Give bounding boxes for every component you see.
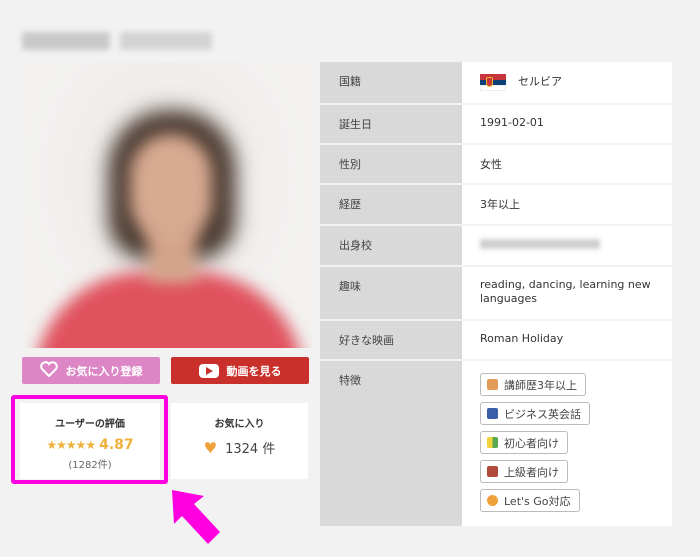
feature-tag[interactable]: 講師歴3年以上 bbox=[480, 373, 586, 396]
detail-row-nationality: 国籍 セルビア bbox=[320, 62, 672, 105]
box-icon bbox=[487, 379, 498, 390]
detail-row-experience: 経歴 3年以上 bbox=[320, 185, 672, 226]
feature-tag[interactable]: 上級者向け bbox=[480, 460, 568, 483]
detail-value: セルビア bbox=[518, 75, 562, 88]
watch-video-label: 動画を見る bbox=[226, 364, 282, 378]
feature-tag[interactable]: Let's Go対応 bbox=[480, 489, 580, 512]
detail-row-movie: 好きな映画 Roman Holiday bbox=[320, 321, 672, 361]
school-value-blurred bbox=[480, 239, 600, 249]
highlight-frame bbox=[11, 395, 168, 484]
detail-value: Roman Holiday bbox=[462, 321, 672, 359]
detail-label: 趣味 bbox=[320, 267, 462, 319]
detail-row-gender: 性別 女性 bbox=[320, 145, 672, 185]
heart-icon bbox=[39, 361, 58, 380]
detail-label: 特徴 bbox=[320, 361, 462, 526]
feature-tag[interactable]: ビジネス英会話 bbox=[480, 402, 590, 425]
beginner-mark-icon bbox=[487, 437, 498, 448]
detail-label: 好きな映画 bbox=[320, 321, 462, 359]
feature-tag[interactable]: 初心者向け bbox=[480, 431, 568, 454]
teacher-name-blurred bbox=[22, 28, 218, 54]
watch-video-button[interactable]: 動画を見る bbox=[171, 357, 309, 384]
detail-row-hobbies: 趣味 reading, dancing, learning new langua… bbox=[320, 267, 672, 321]
heart-icon: ♥ bbox=[203, 438, 218, 457]
serbia-flag-icon bbox=[480, 73, 506, 91]
graduation-cap-icon bbox=[487, 466, 498, 477]
building-icon bbox=[487, 408, 498, 419]
detail-label: 国籍 bbox=[320, 62, 462, 103]
detail-row-birthday: 誕生日 1991-02-01 bbox=[320, 105, 672, 145]
favorites-count: 1324 件 bbox=[225, 442, 276, 457]
detail-value: reading, dancing, learning new languages bbox=[462, 267, 672, 319]
detail-value: 1991-02-01 bbox=[462, 105, 672, 143]
add-favorite-label: お気に入り登録 bbox=[65, 364, 143, 378]
detail-value: 女性 bbox=[462, 145, 672, 183]
teacher-photo bbox=[20, 62, 312, 348]
detail-row-school: 出身校 bbox=[320, 226, 672, 267]
detail-label: 経歴 bbox=[320, 185, 462, 224]
detail-value: 3年以上 bbox=[462, 185, 672, 224]
detail-row-features: 特徴 講師歴3年以上 ビジネス英会話 初心者向け 上級者向け Let's Go対… bbox=[320, 361, 672, 528]
youtube-play-icon bbox=[198, 363, 219, 378]
detail-label: 出身校 bbox=[320, 226, 462, 265]
detail-label: 性別 bbox=[320, 145, 462, 183]
lets-go-icon bbox=[487, 495, 498, 506]
profile-details-table: 国籍 セルビア 誕生日 1991-02-01 性別 女性 経歴 3年以上 出身校… bbox=[320, 62, 672, 528]
favorites-title: お気に入り bbox=[214, 419, 265, 430]
detail-label: 誕生日 bbox=[320, 105, 462, 143]
pointer-arrow-icon bbox=[172, 490, 220, 544]
feature-tag-list: 講師歴3年以上 ビジネス英会話 初心者向け 上級者向け Let's Go対応 bbox=[480, 361, 672, 512]
favorites-card: お気に入り ♥ 1324 件 bbox=[171, 403, 308, 479]
add-favorite-button[interactable]: お気に入り登録 bbox=[22, 357, 160, 384]
